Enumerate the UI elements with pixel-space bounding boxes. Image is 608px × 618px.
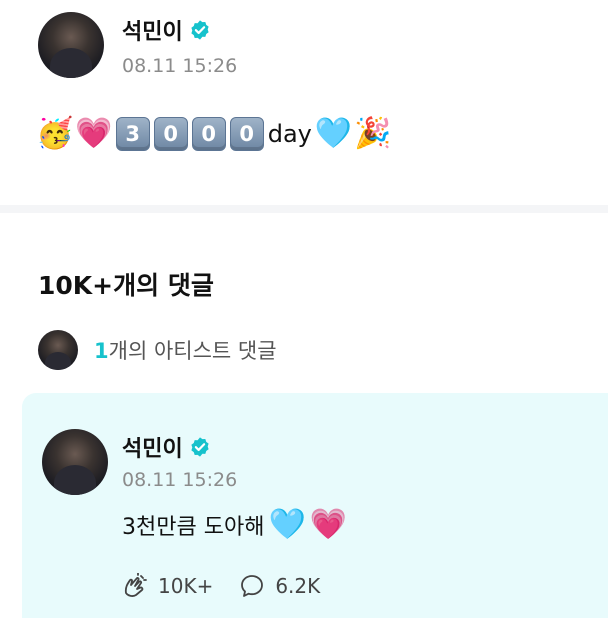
reply-count: 6.2K [275,574,321,598]
comment-author-avatar[interactable] [42,429,108,495]
post-content: 🥳 💗 3 0 0 0 day 🩵 🎉 [36,112,392,156]
keycap-digit: 3 [115,117,150,151]
post-timestamp: 08.11 15:26 [122,55,238,77]
post-author-name[interactable]: 석민이 [122,14,211,46]
artist-comment-count: 1 [94,339,109,363]
light-blue-heart-emoji: 🩵 [314,116,353,151]
verified-badge-icon [191,437,209,457]
pink-heart-emoji: 💗 [309,507,348,542]
post-author-name-text: 석민이 [122,20,183,45]
section-divider [0,205,608,213]
keycap-digit: 0 [229,117,264,151]
keycap-digit: 0 [153,117,188,151]
reply-button[interactable]: 6.2K [239,573,320,599]
comments-count-heading: 10K+개의 댓글 [38,271,214,300]
comment-author-name-text: 석민이 [122,437,183,462]
keycap-digit: 0 [191,117,226,151]
like-hand-icon [124,573,147,597]
reply-bubble-icon [241,575,264,597]
like-count: 10K+ [158,574,214,598]
artist-comments-text: 개의 아티스트 댓글 [108,339,277,363]
comment-text: 3천만큼 도아해 [122,515,265,540]
party-popper-emoji: 🎉 [354,116,392,151]
comment-author-name[interactable]: 석민이 [122,431,211,463]
comment-timestamp: 08.11 15:26 [122,469,238,491]
comment-actions: 10K+ 6.2K [122,573,346,599]
post-author-avatar[interactable] [38,12,104,78]
artist-avatar [38,330,78,370]
artist-comment-card[interactable]: 석민이 08.11 15:26 3천만큼 도아해 🩵 💗 10K+ 6.2K [22,393,608,618]
artist-comments-toggle[interactable]: 1개의 아티스트 댓글 [38,330,277,370]
light-blue-heart-emoji: 🩵 [268,507,306,542]
verified-badge-icon [191,20,209,40]
like-button[interactable]: 10K+ [122,573,213,599]
comment-content: 3천만큼 도아해 🩵 💗 [122,505,347,545]
artist-comments-label: 1개의 아티스트 댓글 [94,335,277,365]
pink-heart-emoji: 💗 [75,116,113,151]
partying-face-emoji: 🥳 [36,116,74,151]
post-word: day [267,120,312,148]
